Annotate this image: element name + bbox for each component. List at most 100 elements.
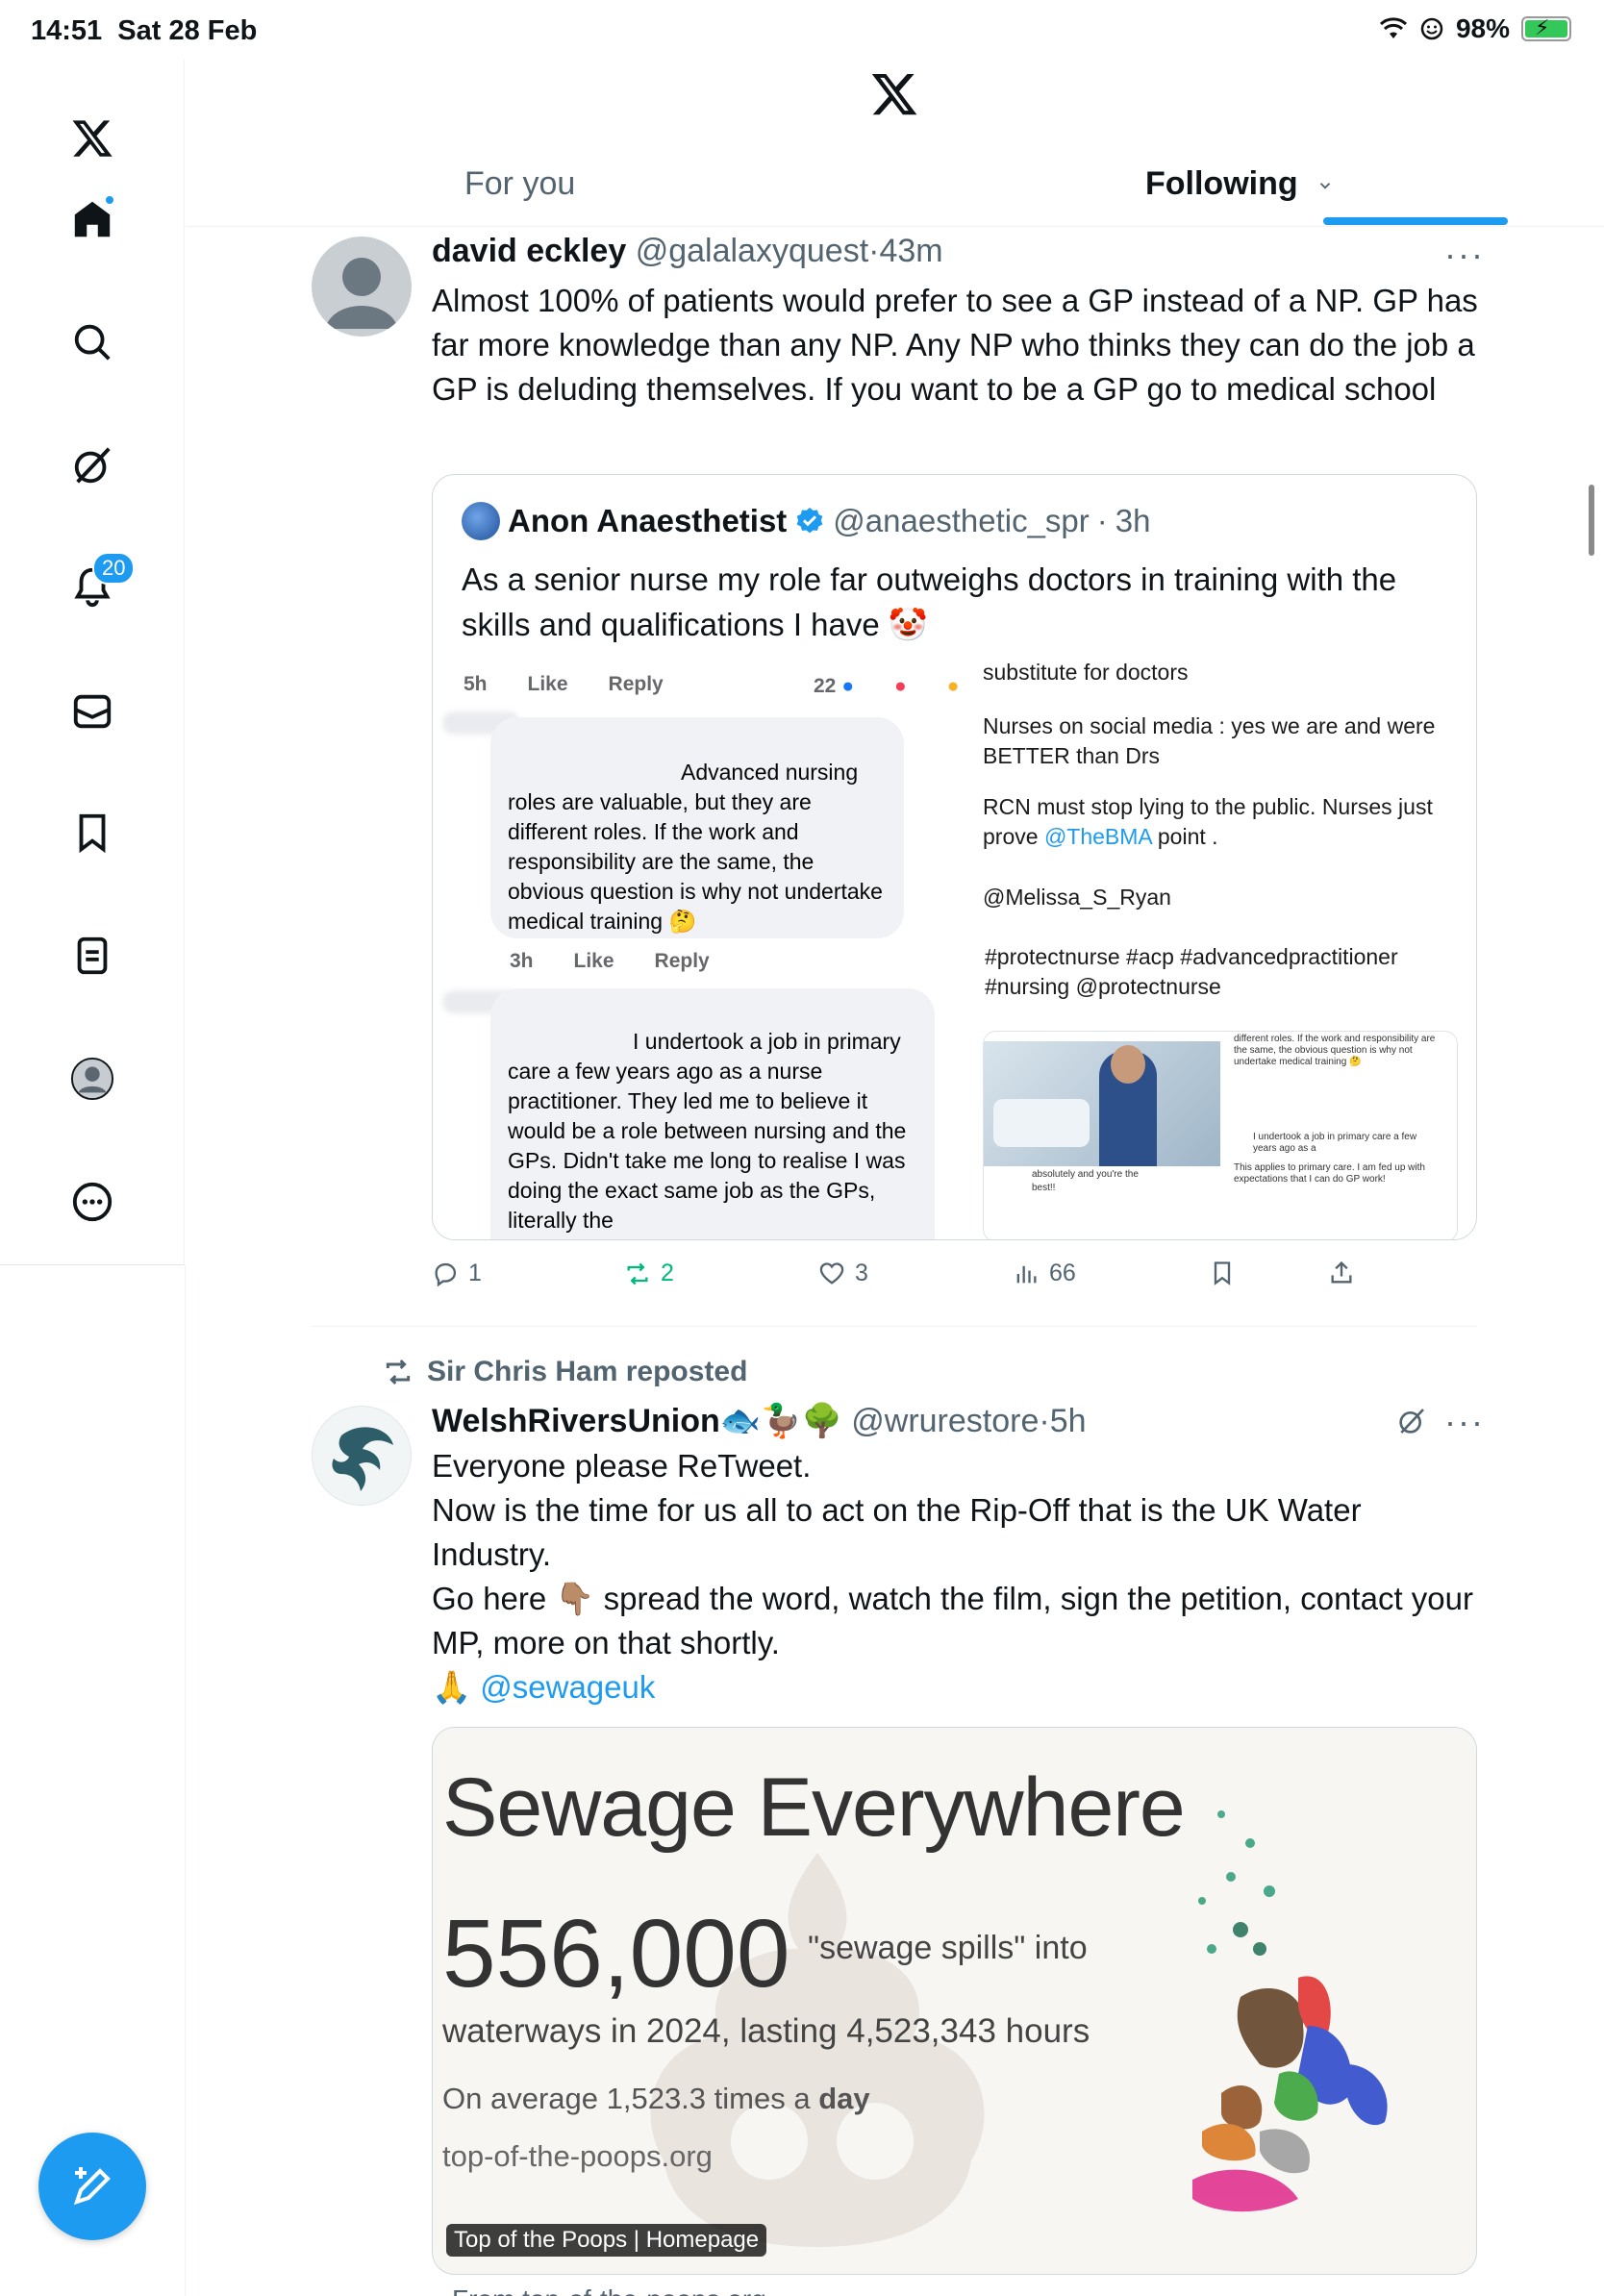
post1-avatar[interactable] [312, 237, 412, 337]
tab-following-label: Following [1145, 165, 1298, 202]
quoted-post-card[interactable]: Anon Anaesthetist @anaesthetic_spr · 3h As… [432, 474, 1477, 1240]
scrollbar[interactable] [1589, 485, 1594, 556]
share-button[interactable] [1328, 1260, 1355, 1286]
x-logo-icon[interactable] [62, 108, 123, 169]
media-small-text: "sewage spills" into [808, 1930, 1088, 1966]
reposted-by-text: Sir Chris Ham reposted [427, 1356, 748, 1387]
bookmark-button[interactable] [1209, 1260, 1236, 1286]
post2-avatar[interactable] [312, 1406, 412, 1506]
rt-mention: @Melissa_S_Ryan [983, 885, 1171, 910]
compose-button[interactable] [38, 2133, 146, 2240]
post2-text-line-1: Everyone please ReTweet. [432, 1448, 812, 1484]
post2-header: WelshRiversUnion🐟🦆🌳 @wrurestore·5h [432, 1403, 1087, 1439]
quote-image-tweet-screenshot[interactable]: substitute for doctors Nurses on social … [964, 663, 1476, 1239]
post1-header: david eckley @galalaxyquest·43m [432, 233, 943, 269]
search-icon[interactable] [62, 312, 123, 373]
repost-icon [386, 1359, 411, 1385]
post1-author-name[interactable]: david eckley [432, 233, 626, 269]
compose-feather-icon [73, 2167, 111, 2206]
post2-more-icon[interactable]: ··· [1444, 1402, 1485, 1442]
fb-blurred-name-1 [508, 727, 514, 757]
active-tab-indicator [1323, 217, 1508, 225]
fb-comment-text-2: I undertook a job in primary care a few … [508, 1029, 907, 1233]
quote-avatar [462, 502, 500, 540]
rt-thumb-text-3: This applies to primary care. I am fed u… [1234, 1162, 1425, 1185]
fb-comment-meta-2: 3h Like Reply [510, 950, 710, 972]
more-options-icon[interactable] [62, 1171, 123, 1233]
chevron-down-icon [1319, 183, 1331, 189]
sidebar-divider [185, 1265, 186, 2296]
quote-image-facebook-comments[interactable]: 5h Like Reply 22 ● ● ● Advanced nursing roles… [433, 663, 964, 1239]
home-icon[interactable] [62, 188, 123, 250]
rt-thumb-text-4: absolutely and you're the best!! [1032, 1169, 1139, 1193]
battery-icon: ⚡ [1521, 15, 1571, 41]
like-button[interactable]: 3 [818, 1260, 868, 1287]
rt-hashtags: #protectnurse #acp #advancedpractitioner… [985, 944, 1398, 999]
post1-more-icon[interactable]: ··· [1444, 235, 1485, 275]
notifications-badge: 20 [92, 552, 136, 585]
sidebar: 20 [0, 60, 185, 1265]
post1-handle[interactable]: @galalaxyquest [636, 233, 868, 269]
post1-time[interactable]: 43m [879, 233, 942, 269]
grok-icon[interactable] [62, 435, 123, 496]
link-preview-card[interactable]: Sewage Everywhere 556,000 "sewage spills… [432, 1727, 1477, 2275]
messages-icon[interactable] [62, 681, 123, 742]
fb-comment-meta-1: 5h Like Reply [464, 673, 664, 695]
timeline-tabs: For you Following [186, 154, 1604, 227]
reply-icon [435, 1262, 457, 1286]
battery-percent: 98% [1455, 13, 1510, 43]
status-icons: 98% ⚡ [1379, 13, 1571, 44]
heart-icon [819, 1261, 844, 1285]
link-source-text[interactable]: From top-of-the-poops.org [452, 2284, 766, 2296]
tab-following[interactable]: Following [1145, 165, 1334, 203]
post-separator [312, 1326, 1477, 1327]
rt-nurse-photo [984, 1041, 1220, 1166]
post1-text: Almost 100% of patients would prefer to … [432, 283, 1478, 407]
new-posts-dot [104, 194, 115, 206]
x-header-logo-icon[interactable] [869, 69, 919, 119]
fb-comment-text-1: Advanced nursing roles are valuable, but… [508, 760, 883, 934]
lists-icon[interactable] [62, 925, 123, 986]
media-big-number: 556,000 [442, 1900, 790, 2008]
post2-author-name[interactable]: WelshRiversUnion [432, 1403, 720, 1439]
post2-text: Everyone please ReTweet. Now is the time… [432, 1444, 1480, 1710]
post2-text-line-3: Go here 👇🏽 spread the word, watch the fi… [432, 1581, 1473, 1660]
bookmark-icon [1214, 1261, 1231, 1285]
rt-line-2: RCN must stop lying to the public. Nurse… [983, 794, 1433, 849]
post2-text-line-4: 🙏 @sewageuk [432, 1669, 656, 1705]
quote-author-name: Anon Anaesthetist [508, 503, 788, 538]
status-time: 14:51 Sat 28 Feb [31, 15, 258, 46]
quote-header: Anon Anaesthetist @anaesthetic_spr · 3h [462, 502, 1151, 540]
views-chart-icon [1016, 1265, 1037, 1283]
post2-time[interactable]: 5h [1050, 1403, 1087, 1439]
link-card-domain-label: Top of the Poops | Homepage [446, 2224, 767, 2257]
media-title: Sewage Everywhere [442, 1761, 1186, 1854]
notifications-icon[interactable]: 20 [62, 552, 136, 617]
reply-button[interactable]: 1 [432, 1260, 482, 1287]
bookmarks-icon[interactable] [62, 802, 123, 863]
grok-explain-icon[interactable] [1396, 1406, 1427, 1436]
rt-line-0: substitute for doctors [983, 663, 1189, 685]
repost-indicator[interactable]: Sir Chris Ham reposted [383, 1356, 747, 1388]
post2-author-emojis: 🐟🦆🌳 [719, 1403, 842, 1439]
verified-badge-icon [796, 508, 823, 534]
repost-icon [627, 1262, 648, 1285]
media-line-4: top-of-the-poops.org [442, 2139, 713, 2173]
quote-text: As a senior nurse my role far outweighs … [462, 562, 1397, 642]
fb-reaction-count: 22 ● ● ● [814, 675, 960, 697]
media-line-2: waterways in 2024, lasting 4,523,343 hou… [442, 2012, 1090, 2050]
focus-mode-icon [1420, 17, 1443, 40]
post2-text-line-2: Now is the time for us all to act on the… [432, 1492, 1362, 1572]
post2-handle[interactable]: @wrurestore [851, 1403, 1039, 1439]
media-line-3: On average 1,523.3 times a day [442, 2082, 870, 2115]
profile-avatar-icon[interactable] [62, 1048, 123, 1110]
views-button[interactable]: 66 [1013, 1260, 1076, 1287]
tab-for-you[interactable]: For you [464, 165, 575, 203]
repost-button[interactable]: 2 [624, 1260, 674, 1287]
sewageuk-mention-link[interactable]: @sewageuk [480, 1669, 655, 1705]
rt-thumb-text-1: different roles. If the work and respons… [1234, 1034, 1436, 1067]
quote-time: 3h [1115, 503, 1151, 538]
rt-line-1: Nurses on social media : yes we are and … [983, 713, 1436, 768]
uk-map-icon [1192, 1810, 1388, 2212]
fb-comment-bubble-1: Advanced nursing roles are valuable, but… [490, 717, 904, 938]
